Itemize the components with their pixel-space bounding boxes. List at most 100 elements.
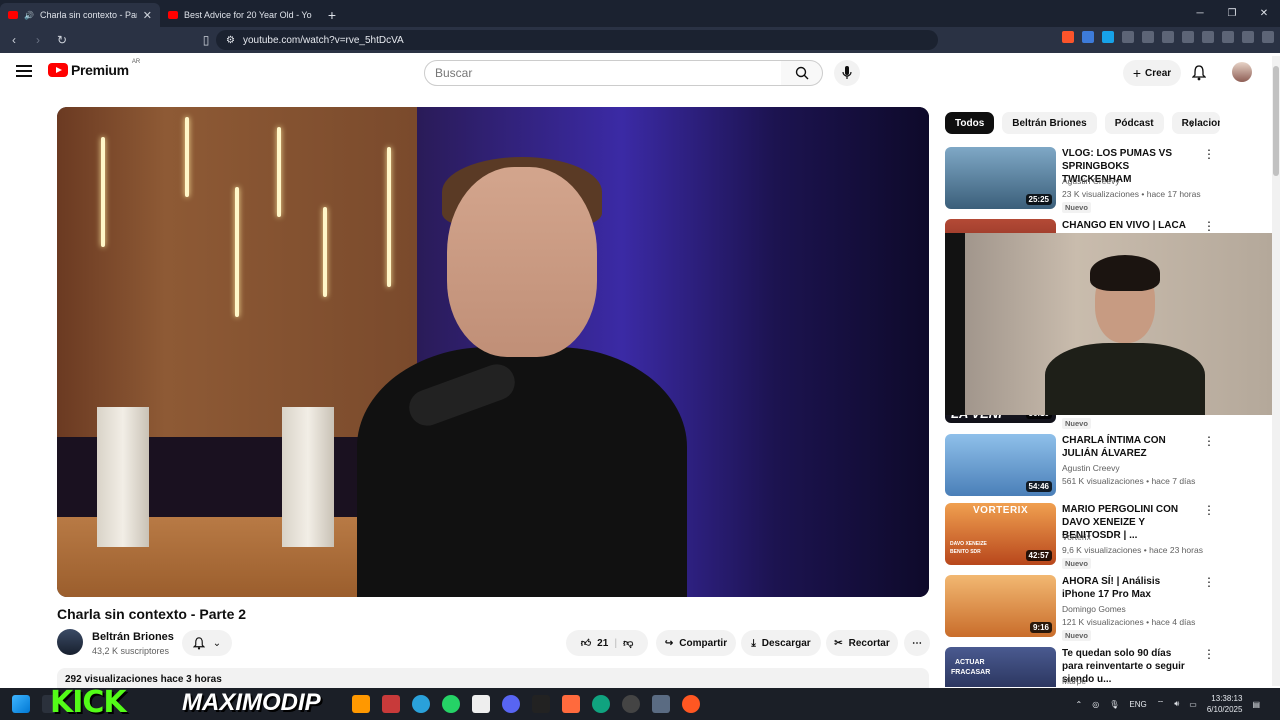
extension-icon[interactable]	[1082, 31, 1094, 43]
wifi-icon[interactable]: ⌔	[1157, 699, 1165, 709]
chip-todos[interactable]: Todos	[945, 112, 995, 134]
network-icon[interactable]: ◎	[1092, 700, 1099, 709]
wallet-icon[interactable]	[1202, 31, 1214, 43]
notifications-bell-icon[interactable]	[1192, 65, 1206, 81]
clock[interactable]: 13:38:13 6/10/2025	[1207, 693, 1243, 715]
close-tab-icon[interactable]: ✕	[143, 9, 152, 22]
language-indicator[interactable]: ENG	[1129, 700, 1146, 709]
brave-shield-icon[interactable]	[1062, 31, 1074, 43]
channel-name[interactable]: Beltrán Briones	[92, 631, 174, 643]
leo-ai-icon[interactable]	[1222, 31, 1234, 43]
recommendation-title[interactable]: CHANGO EN VIVO | LACA	[1062, 219, 1194, 232]
search-button[interactable]	[781, 60, 823, 86]
account-avatar[interactable]	[1232, 62, 1252, 82]
recommendation-title[interactable]: CHARLA ÍNTIMA CON JULIÁN ÁLVAREZ	[1062, 434, 1194, 460]
battery-icon[interactable]: ▭	[1189, 700, 1197, 709]
video-thumbnail[interactable]: ACTUAR FRACASAR	[945, 647, 1056, 687]
notion-icon[interactable]	[472, 695, 490, 713]
windows-start-icon[interactable]	[12, 695, 30, 713]
extension-icon[interactable]	[1142, 31, 1154, 43]
extension-icon[interactable]	[1122, 31, 1134, 43]
thumbnail-text: BENITO SDR	[950, 549, 981, 555]
tab-active[interactable]: 🔊 Charla sin contexto - Parte 2 ✕	[0, 3, 160, 27]
obs-icon[interactable]	[622, 695, 640, 713]
extension-icon[interactable]	[1102, 31, 1114, 43]
more-vert-icon[interactable]: ⋮	[1203, 503, 1215, 517]
thumbnail-text: ACTUAR	[955, 659, 985, 666]
more-vert-icon[interactable]: ⋮	[1203, 575, 1215, 589]
voice-search-button[interactable]	[834, 60, 860, 86]
bookmark-icon[interactable]: ▯	[196, 30, 216, 50]
telegram-icon[interactable]	[412, 695, 430, 713]
volume-icon[interactable]: 🔊︎	[1174, 699, 1179, 709]
subscribed-notifications-button[interactable]: ⌄	[182, 630, 232, 656]
hamburger-menu-icon[interactable]	[16, 65, 32, 77]
calculator-icon[interactable]	[652, 695, 670, 713]
notifications-icon[interactable]: ▤	[1252, 700, 1260, 709]
video-thumbnail[interactable]: 54:46	[945, 434, 1056, 496]
maximize-icon[interactable]: ❐	[1216, 0, 1248, 27]
recommendation-item[interactable]: 25:25 VLOG: LOS PUMAS VS SPRINGBOKS TWIC…	[945, 147, 1265, 213]
scissors-icon: ✂	[834, 637, 843, 649]
whatsapp-icon[interactable]	[442, 695, 460, 713]
recommendation-item[interactable]: VORTERIX DAVO XENEIZE BENITO SDR 42:57 M…	[945, 503, 1265, 569]
recommendation-channel[interactable]: Vorterix	[1062, 532, 1091, 542]
video-thumbnail[interactable]: 9:16	[945, 575, 1056, 637]
recommendation-item[interactable]: 54:46 CHARLA ÍNTIMA CON JULIÁN ÁLVAREZ A…	[945, 434, 1265, 498]
video-title: Charla sin contexto - Parte 2	[57, 606, 247, 622]
more-vert-icon[interactable]: ⋮	[1203, 647, 1215, 661]
sublime-icon[interactable]	[352, 695, 370, 713]
back-icon[interactable]: ‹	[4, 30, 24, 50]
clip-button[interactable]: ✂ Recortar	[826, 630, 898, 656]
sidebar-icon[interactable]	[1182, 31, 1194, 43]
menu-icon[interactable]	[1262, 31, 1274, 43]
close-window-icon[interactable]: ✕	[1248, 0, 1280, 27]
recommendation-item[interactable]: ACTUAR FRACASAR Te quedan solo 90 días p…	[945, 647, 1265, 687]
chevron-up-icon[interactable]: ⌃	[1076, 700, 1083, 709]
recommendation-channel[interactable]: Agustin Creevy	[1062, 463, 1120, 473]
forward-icon[interactable]: ›	[28, 30, 48, 50]
more-vert-icon[interactable]: ⋮	[1203, 147, 1215, 161]
download-button[interactable]: ⤓ Descargar	[741, 630, 821, 656]
like-icon[interactable]: 👍︎	[581, 637, 591, 649]
app-icon[interactable]	[382, 695, 400, 713]
music-icon[interactable]	[1162, 31, 1174, 43]
video-player[interactable]	[57, 107, 929, 597]
chatgpt-icon[interactable]	[592, 695, 610, 713]
share-icon: ↪	[664, 637, 674, 649]
tab-inactive[interactable]: Best Advice for 20 Year Old - YouTube	[160, 3, 320, 27]
recommendation-item[interactable]: 9:16 AHORA SÍ! | Análisis iPhone 17 Pro …	[945, 575, 1265, 641]
recommendation-title[interactable]: AHORA SÍ! | Análisis iPhone 17 Pro Max	[1062, 575, 1194, 601]
more-vert-icon[interactable]: ⋮	[1203, 434, 1215, 448]
recommendation-channel[interactable]: Marpe	[1062, 676, 1086, 686]
recommendation-channel[interactable]: Agustin Creevy	[1062, 176, 1120, 186]
dislike-icon[interactable]: 👎︎	[623, 637, 633, 649]
vpn-icon[interactable]	[1242, 31, 1254, 43]
more-vert-icon[interactable]: ⋮	[1203, 219, 1215, 233]
microphone-icon[interactable]: 🎙︎	[1109, 700, 1119, 709]
app-icon[interactable]	[562, 695, 580, 713]
video-thumbnail[interactable]: 25:25	[945, 147, 1056, 209]
youtube-premium-logo[interactable]: Premium AR	[48, 59, 140, 78]
video-thumbnail[interactable]: VORTERIX DAVO XENEIZE BENITO SDR 42:57	[945, 503, 1056, 565]
chip-podcast[interactable]: Pódcast	[1104, 112, 1164, 134]
more-actions-button[interactable]: ⋯	[904, 630, 930, 656]
search-input[interactable]: Buscar	[424, 60, 782, 86]
reload-icon[interactable]: ↻	[52, 30, 72, 50]
create-button[interactable]: + Crear	[1123, 60, 1181, 86]
new-tab-button[interactable]: +	[320, 3, 344, 27]
page-scrollbar[interactable]	[1272, 56, 1280, 686]
address-bar[interactable]: ⚙ youtube.com/watch?v=rve_5htDcVA	[216, 30, 938, 50]
app-icon[interactable]	[532, 695, 550, 713]
channel-avatar[interactable]	[57, 629, 83, 655]
like-dislike-button[interactable]: 👍︎ 21 | 👎︎	[566, 630, 648, 656]
share-button[interactable]: ↪ Compartir	[656, 630, 736, 656]
site-settings-icon[interactable]: ⚙	[226, 35, 235, 46]
discord-icon[interactable]	[502, 695, 520, 713]
app-icon[interactable]	[682, 695, 700, 713]
chip-related[interactable]: Relacion	[1171, 112, 1220, 134]
minimize-icon[interactable]: ─	[1184, 0, 1216, 27]
chevron-right-icon[interactable]: ›	[1190, 117, 1194, 131]
chip-channel[interactable]: Beltrán Briones	[1002, 112, 1097, 134]
recommendation-channel[interactable]: Domingo Gomes	[1062, 604, 1126, 614]
